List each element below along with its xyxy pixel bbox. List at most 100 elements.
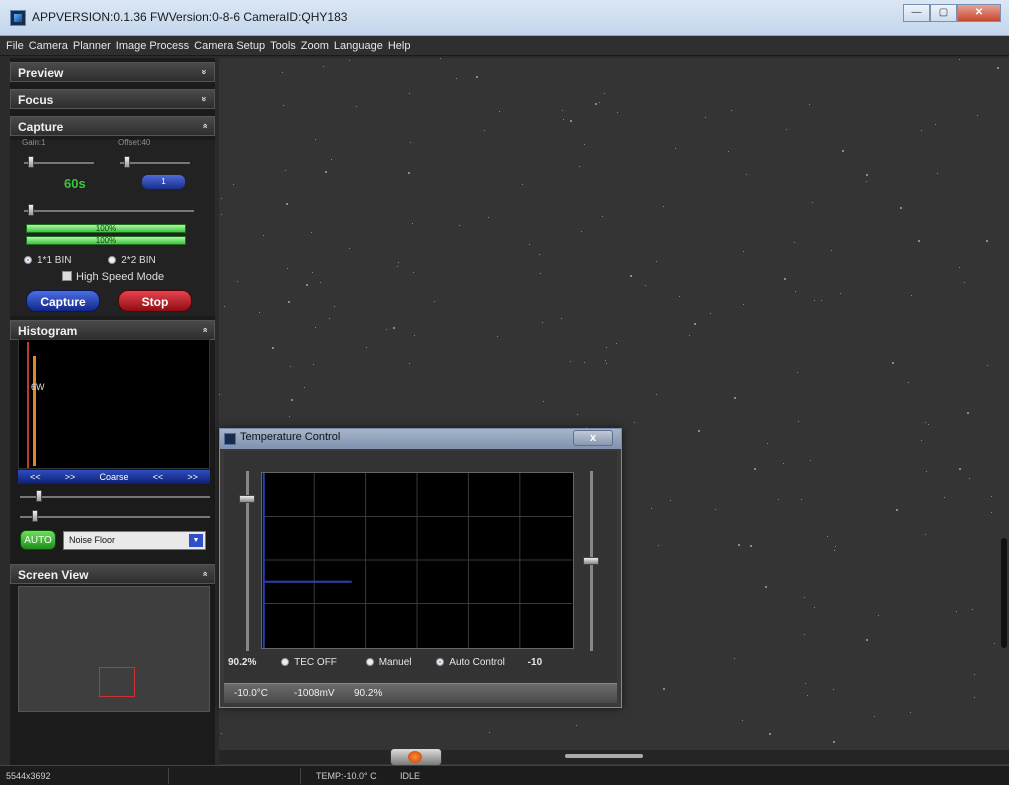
star: [997, 67, 999, 69]
app-icon: [224, 433, 236, 445]
target-temp-slider-handle[interactable]: [583, 557, 599, 565]
stretch-left-button-2[interactable]: <<: [153, 472, 164, 482]
horizontal-scrollbar[interactable]: [219, 750, 1009, 764]
star: [237, 281, 238, 282]
section-screen-view-header[interactable]: Screen View »: [10, 564, 215, 584]
menu-tools[interactable]: Tools: [270, 40, 296, 52]
pwm-reading: 90.2%: [354, 688, 383, 699]
radio-selected-icon: [436, 658, 445, 666]
star: [784, 278, 786, 280]
stop-button[interactable]: Stop: [118, 290, 192, 312]
star: [715, 509, 716, 510]
star: [272, 347, 274, 349]
menu-help[interactable]: Help: [388, 40, 411, 52]
auto-control-option[interactable]: Auto Control: [436, 657, 505, 668]
high-speed-checkbox[interactable]: High Speed Mode: [62, 271, 164, 283]
star: [605, 360, 606, 361]
histogram-slider-track[interactable]: [20, 496, 210, 498]
histogram-slider-handle[interactable]: [36, 490, 42, 502]
star: [323, 66, 324, 67]
tec-off-option[interactable]: TEC OFF: [281, 657, 337, 668]
star: [866, 639, 868, 641]
star: [630, 275, 632, 277]
bin1-option[interactable]: 1*1 BIN: [24, 255, 71, 266]
window-controls: — ▢ ✕: [903, 4, 1001, 22]
vertical-scrollbar[interactable]: [1001, 538, 1007, 648]
histogram-controls: << >> Coarse << >>: [18, 470, 210, 484]
dialog-close-button[interactable]: x: [573, 430, 613, 446]
star: [991, 496, 992, 497]
minimize-button[interactable]: —: [903, 4, 930, 22]
star: [734, 658, 735, 659]
gain-label: Gain:1: [22, 138, 46, 147]
star: [645, 285, 646, 286]
section-histogram-header[interactable]: Histogram »: [10, 320, 215, 340]
menu-camera-setup[interactable]: Camera Setup: [194, 40, 265, 52]
gain-slider-handle[interactable]: [28, 156, 34, 168]
dialog-title-bar[interactable]: Temperature Control x: [220, 429, 621, 449]
star: [878, 615, 879, 616]
close-button[interactable]: ✕: [957, 4, 1001, 22]
star: [742, 720, 743, 721]
pwm-slider-handle[interactable]: [239, 494, 255, 503]
section-capture-header[interactable]: Capture »: [10, 116, 215, 136]
histogram-black-point[interactable]: [27, 342, 29, 468]
menu-planner[interactable]: Planner: [73, 40, 111, 52]
star: [866, 181, 867, 182]
star: [286, 203, 288, 205]
capture-button[interactable]: Capture: [26, 290, 100, 312]
histogram-slider-track[interactable]: [20, 516, 210, 518]
menu-file[interactable]: File: [6, 40, 24, 52]
manual-option[interactable]: Manuel: [365, 657, 412, 668]
star: [287, 268, 288, 269]
star: [398, 262, 399, 263]
histogram-slider-handle[interactable]: [32, 510, 38, 522]
current-temp: -10.0°C: [234, 688, 269, 699]
section-title: Preview: [18, 66, 64, 80]
star: [289, 416, 290, 417]
menu-camera[interactable]: Camera: [29, 40, 68, 52]
scrollbar-thumb[interactable]: [565, 754, 643, 758]
star: [801, 499, 802, 500]
tec-off-label: TEC OFF: [294, 657, 337, 668]
star: [312, 272, 313, 273]
app-logo-icon[interactable]: [390, 748, 442, 766]
menu-language[interactable]: Language: [334, 40, 383, 52]
dialog-body: [224, 451, 617, 683]
frame-count-button[interactable]: 1: [142, 175, 185, 189]
exposure-slider-track[interactable]: [24, 210, 194, 212]
bin2-option[interactable]: 2*2 BIN: [108, 255, 156, 266]
star: [874, 716, 875, 717]
coarse-toggle[interactable]: Coarse: [99, 472, 128, 482]
section-title: Screen View: [18, 568, 89, 582]
menu-zoom[interactable]: Zoom: [301, 40, 329, 52]
maximize-button[interactable]: ▢: [930, 4, 957, 22]
star: [925, 422, 926, 423]
menu-image-process[interactable]: Image Process: [116, 40, 189, 52]
star: [282, 72, 283, 73]
view-region-rect[interactable]: [99, 667, 135, 697]
stretch-mode-value: Noise Floor: [69, 535, 116, 545]
stretch-mode-select[interactable]: Noise Floor ▼: [63, 531, 206, 550]
offset-slider-handle[interactable]: [124, 156, 130, 168]
progress-bar: 100%: [26, 224, 186, 233]
app-icon: [10, 10, 26, 26]
exposure-slider-handle[interactable]: [28, 204, 34, 216]
star: [918, 240, 920, 242]
section-focus-header[interactable]: Focus »: [10, 89, 215, 109]
section-preview-header[interactable]: Preview »: [10, 62, 215, 82]
screen-view-thumbnail[interactable]: [18, 586, 210, 712]
auto-stretch-button[interactable]: AUTO: [20, 530, 56, 550]
star: [434, 301, 435, 302]
target-temp-label: -10: [527, 657, 543, 668]
star: [900, 207, 902, 209]
stretch-right-button-2[interactable]: >>: [187, 472, 198, 482]
histogram-label: 6W: [31, 382, 45, 392]
star: [769, 733, 771, 735]
histogram-plot[interactable]: 6W: [18, 339, 210, 469]
gain-slider-track[interactable]: [24, 162, 94, 164]
offset-slider-track[interactable]: [120, 162, 190, 164]
temperature-control-dialog: Temperature Control x 90.2% TEC OFF Manu…: [219, 428, 622, 708]
stretch-right-button[interactable]: >>: [65, 472, 76, 482]
stretch-left-button[interactable]: <<: [30, 472, 41, 482]
